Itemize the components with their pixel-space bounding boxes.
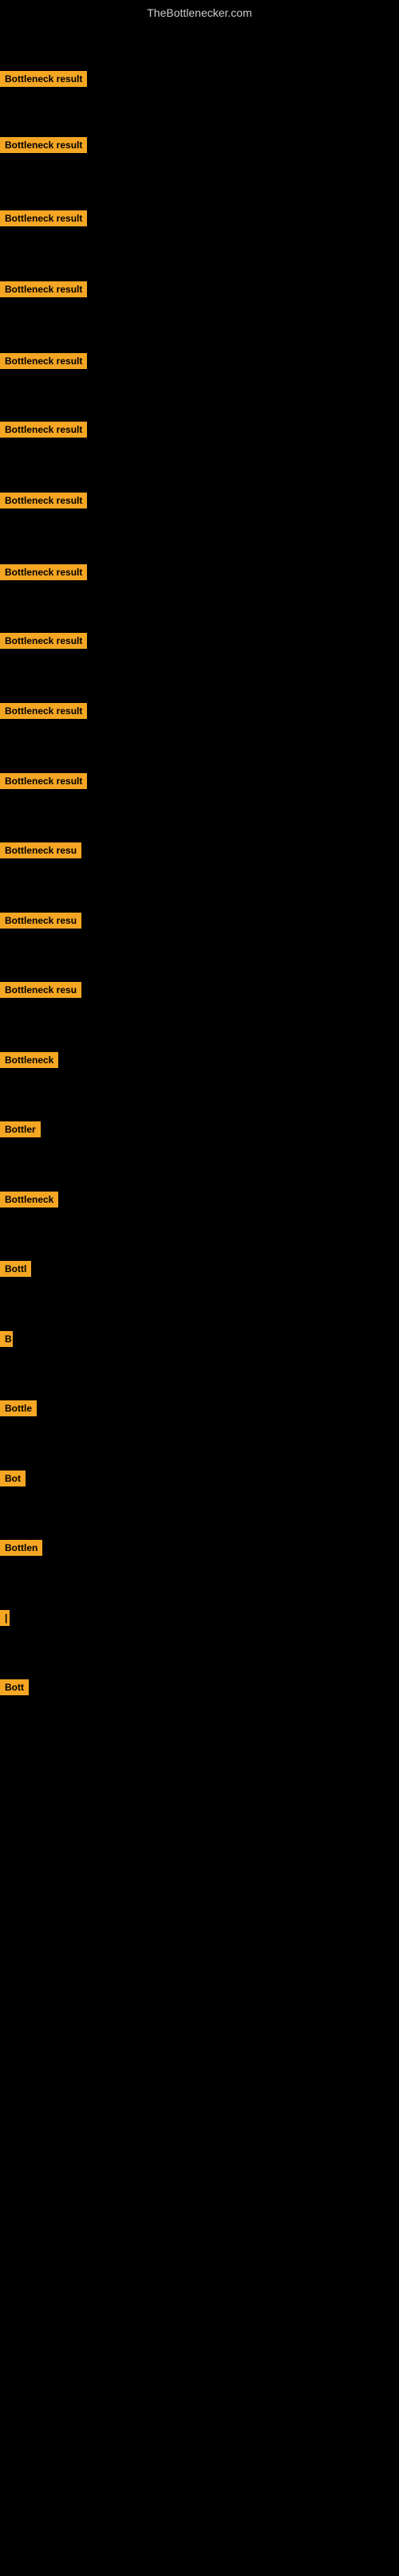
bottleneck-result-item: Bottleneck result bbox=[0, 137, 87, 157]
bottleneck-badge-6: Bottleneck result bbox=[0, 422, 87, 438]
bottleneck-result-item: Bott bbox=[0, 1679, 29, 1699]
bottleneck-result-item: Bottlen bbox=[0, 1540, 42, 1560]
bottleneck-badge-17: Bottleneck bbox=[0, 1192, 58, 1208]
bottleneck-result-item: Bottleneck resu bbox=[0, 913, 81, 933]
bottleneck-result-item: Bottleneck result bbox=[0, 633, 87, 653]
bottleneck-badge-23: | bbox=[0, 1610, 10, 1626]
bottleneck-badge-19: B bbox=[0, 1331, 13, 1347]
bottleneck-result-item: Bot bbox=[0, 1471, 26, 1490]
bottleneck-badge-13: Bottleneck resu bbox=[0, 913, 81, 929]
bottleneck-badge-2: Bottleneck result bbox=[0, 137, 87, 153]
bottleneck-badge-12: Bottleneck resu bbox=[0, 842, 81, 858]
bottleneck-badge-21: Bot bbox=[0, 1471, 26, 1486]
bottleneck-badge-3: Bottleneck result bbox=[0, 210, 87, 226]
bottleneck-badge-7: Bottleneck result bbox=[0, 493, 87, 509]
bottleneck-badge-24: Bott bbox=[0, 1679, 29, 1695]
bottleneck-result-item: Bottleneck resu bbox=[0, 982, 81, 1002]
bottleneck-result-item: Bottleneck result bbox=[0, 493, 87, 512]
bottleneck-result-item: Bottleneck result bbox=[0, 353, 87, 373]
bottleneck-result-item: Bottleneck result bbox=[0, 703, 87, 723]
bottleneck-result-item: Bottle bbox=[0, 1400, 37, 1420]
site-title: TheBottlenecker.com bbox=[0, 0, 399, 26]
bottleneck-badge-10: Bottleneck result bbox=[0, 703, 87, 719]
bottleneck-badge-16: Bottler bbox=[0, 1121, 41, 1137]
bottleneck-badge-4: Bottleneck result bbox=[0, 281, 87, 297]
bottleneck-result-item: Bottleneck result bbox=[0, 71, 87, 91]
bottleneck-result-item: Bottl bbox=[0, 1261, 31, 1281]
bottleneck-result-item: Bottleneck result bbox=[0, 281, 87, 301]
bottleneck-result-item: Bottler bbox=[0, 1121, 41, 1141]
bottleneck-result-item: Bottleneck resu bbox=[0, 842, 81, 862]
bottleneck-badge-20: Bottle bbox=[0, 1400, 37, 1416]
bottleneck-badge-18: Bottl bbox=[0, 1261, 31, 1277]
bottleneck-result-item: Bottleneck result bbox=[0, 773, 87, 793]
bottleneck-badge-11: Bottleneck result bbox=[0, 773, 87, 789]
bottleneck-badge-9: Bottleneck result bbox=[0, 633, 87, 649]
bottleneck-result-item: Bottleneck result bbox=[0, 422, 87, 442]
bottleneck-result-item: | bbox=[0, 1610, 10, 1630]
bottleneck-result-item: Bottleneck bbox=[0, 1192, 58, 1211]
bottleneck-badge-14: Bottleneck resu bbox=[0, 982, 81, 998]
bottleneck-result-item: Bottleneck result bbox=[0, 564, 87, 584]
bottleneck-badge-22: Bottlen bbox=[0, 1540, 42, 1556]
bottleneck-result-item: B bbox=[0, 1331, 13, 1351]
bottleneck-result-item: Bottleneck bbox=[0, 1052, 58, 1072]
bottleneck-badge-15: Bottleneck bbox=[0, 1052, 58, 1068]
bottleneck-badge-8: Bottleneck result bbox=[0, 564, 87, 580]
bottleneck-result-item: Bottleneck result bbox=[0, 210, 87, 230]
bottleneck-badge-1: Bottleneck result bbox=[0, 71, 87, 87]
bottleneck-badge-5: Bottleneck result bbox=[0, 353, 87, 369]
